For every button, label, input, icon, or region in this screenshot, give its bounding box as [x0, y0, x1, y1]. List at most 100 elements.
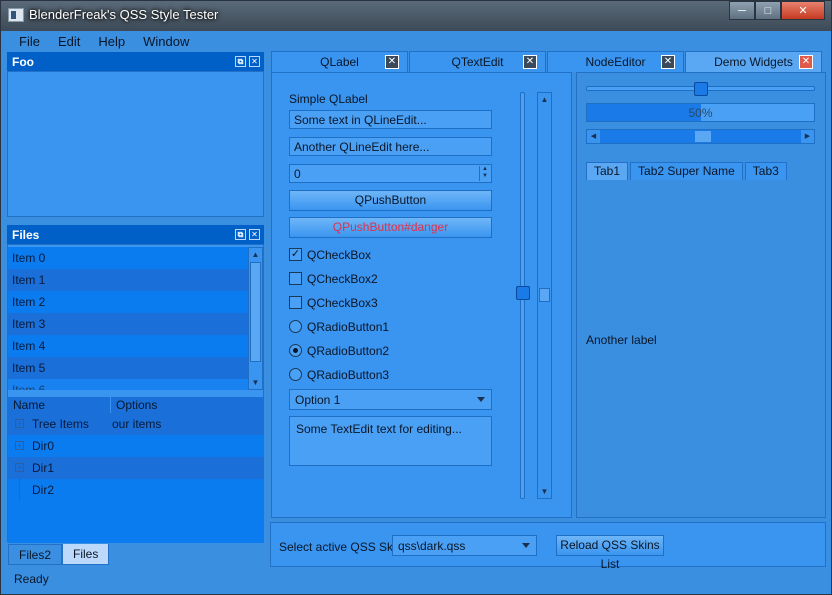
simple-label: Simple QLabel: [289, 92, 368, 106]
app-icon: [8, 8, 24, 22]
list-item[interactable]: Item 1: [8, 269, 248, 291]
demo-subtab-bar: Tab1 Tab2 Super Name Tab3: [586, 162, 789, 180]
close-icon[interactable]: ✕: [523, 55, 537, 69]
tab-qtextedit[interactable]: QTextEdit ✕: [409, 51, 546, 72]
menu-bar: File Edit Help Window: [7, 31, 827, 51]
central-tab-bar: QLabel ✕ QTextEdit ✕ NodeEditor ✕ Demo W…: [271, 51, 823, 72]
push-button[interactable]: QPushButton: [289, 190, 492, 211]
minimize-button[interactable]: ─: [729, 1, 755, 20]
scroll-down-icon[interactable]: ▼: [538, 485, 551, 498]
another-label: Another label: [586, 333, 657, 347]
line-edit-2[interactable]: Another QLineEdit here...: [289, 137, 492, 156]
tab-tab2[interactable]: Tab2 Super Name: [630, 162, 743, 180]
list-item[interactable]: Item 6: [8, 379, 248, 390]
tree-row-name: Dir2: [32, 483, 55, 497]
horizontal-slider-handle[interactable]: [693, 82, 708, 96]
files-dock-title[interactable]: Files ⧉ ✕: [7, 225, 264, 244]
list-item[interactable]: Item 0: [8, 247, 248, 269]
vertical-scrollbar[interactable]: ▲ ▼: [537, 92, 552, 499]
scroll-up-icon[interactable]: ▲: [538, 93, 551, 106]
foo-dock-body: [7, 71, 264, 217]
checkbox-1[interactable]: ✓: [289, 248, 302, 261]
checkbox-1-label: QCheckBox: [307, 248, 372, 262]
skin-label: Select active QSS Skin: [279, 540, 403, 554]
tree-row-name: Dir0: [32, 439, 55, 453]
scroll-handle[interactable]: [695, 131, 711, 142]
expand-icon[interactable]: +: [15, 419, 24, 428]
menu-edit[interactable]: Edit: [46, 34, 86, 49]
scroll-up-icon[interactable]: ▲: [249, 248, 262, 261]
float-icon[interactable]: ⧉: [235, 56, 246, 67]
close-icon[interactable]: ✕: [249, 229, 260, 240]
list-item[interactable]: Item 3: [8, 313, 248, 335]
dock-tab-files[interactable]: Files: [62, 544, 110, 565]
combo-value: Option 1: [295, 393, 341, 407]
checkbox-2[interactable]: [289, 272, 302, 285]
tree-view[interactable]: Name Options + Tree Items our items + Di…: [8, 397, 264, 543]
scroll-down-icon[interactable]: ▼: [249, 376, 262, 389]
files-dock-buttons: ⧉ ✕: [235, 229, 260, 240]
menu-file[interactable]: File: [7, 34, 46, 49]
tree-branch-line: [19, 479, 20, 501]
danger-button[interactable]: QPushButton#danger: [289, 217, 492, 238]
close-icon[interactable]: ✕: [661, 55, 675, 69]
tree-header-options[interactable]: Options: [111, 397, 264, 413]
files-list-scrollbar[interactable]: ▲ ▼: [248, 247, 263, 390]
maximize-button[interactable]: □: [755, 1, 781, 20]
tab-nodeeditor[interactable]: NodeEditor ✕: [547, 51, 684, 72]
radio-3[interactable]: [289, 368, 302, 381]
reload-skins-button[interactable]: Reload QSS Skins List: [556, 535, 664, 571]
vertical-slider-handle[interactable]: [516, 286, 530, 300]
option-combo[interactable]: Option 1: [289, 389, 492, 410]
radio-1[interactable]: [289, 320, 302, 333]
title-bar[interactable]: BlenderFreak's QSS Style Tester ─ □ ✕: [1, 1, 831, 31]
tree-header: Name Options: [8, 397, 264, 413]
files-list[interactable]: Item 0 Item 1 Item 2 Item 3 Item 4 Item …: [8, 247, 248, 390]
tab-tab3[interactable]: Tab3: [744, 162, 787, 180]
foo-dock-title[interactable]: Foo ⧉ ✕: [7, 52, 264, 71]
list-item[interactable]: Item 5: [8, 357, 248, 379]
tab-qlabel[interactable]: QLabel ✕: [271, 51, 408, 72]
menu-window[interactable]: Window: [131, 34, 195, 49]
scroll-handle[interactable]: [539, 288, 550, 302]
radio-2-label: QRadioButton2: [307, 344, 390, 358]
spin-arrows-icon[interactable]: ▲ ▼: [479, 166, 490, 181]
skin-combo[interactable]: qss\dark.qss: [392, 535, 537, 556]
status-bar: Ready: [14, 572, 49, 586]
list-item[interactable]: Item 4: [8, 335, 248, 357]
menu-help[interactable]: Help: [86, 34, 131, 49]
expand-icon[interactable]: +: [15, 463, 24, 472]
close-icon[interactable]: ✕: [249, 56, 260, 67]
scroll-left-icon[interactable]: ◀: [587, 130, 600, 143]
close-icon[interactable]: ✕: [799, 55, 813, 69]
tree-row[interactable]: Dir2: [8, 479, 264, 501]
maximize-icon: □: [764, 4, 772, 17]
tree-row-options: our items: [112, 417, 162, 431]
tree-header-name[interactable]: Name: [8, 397, 111, 413]
window-controls: ─ □ ✕: [729, 1, 825, 21]
tree-row[interactable]: + Tree Items our items: [8, 413, 264, 435]
tab-demo-widgets[interactable]: Demo Widgets ✕: [685, 51, 822, 72]
list-item[interactable]: Item 2: [8, 291, 248, 313]
text-edit[interactable]: Some TextEdit text for editing...: [289, 416, 492, 466]
window-title: BlenderFreak's QSS Style Tester: [29, 7, 219, 22]
scroll-handle[interactable]: [250, 262, 261, 362]
chevron-down-icon: [522, 543, 530, 548]
progress-text: 50%: [688, 106, 713, 120]
tree-row[interactable]: + Dir0: [8, 435, 264, 457]
scroll-right-icon[interactable]: ▶: [801, 130, 814, 143]
foo-dock-label: Foo: [12, 55, 34, 69]
line-edit-1[interactable]: Some text in QLineEdit...: [289, 110, 492, 129]
close-icon[interactable]: ✕: [385, 55, 399, 69]
dock-tab-files2[interactable]: Files2: [8, 544, 63, 565]
tab-tab1[interactable]: Tab1: [586, 162, 629, 180]
float-icon[interactable]: ⧉: [235, 229, 246, 240]
tree-row[interactable]: + Dir1: [8, 457, 264, 479]
horizontal-scrollbar[interactable]: ◀ ▶: [586, 129, 815, 144]
close-button[interactable]: ✕: [781, 1, 825, 20]
spin-box[interactable]: 0 ▲ ▼: [289, 164, 492, 183]
checkbox-3[interactable]: [289, 296, 302, 309]
tab-label: Demo Widgets: [714, 55, 793, 69]
expand-icon[interactable]: +: [15, 441, 24, 450]
radio-2[interactable]: [289, 344, 302, 357]
